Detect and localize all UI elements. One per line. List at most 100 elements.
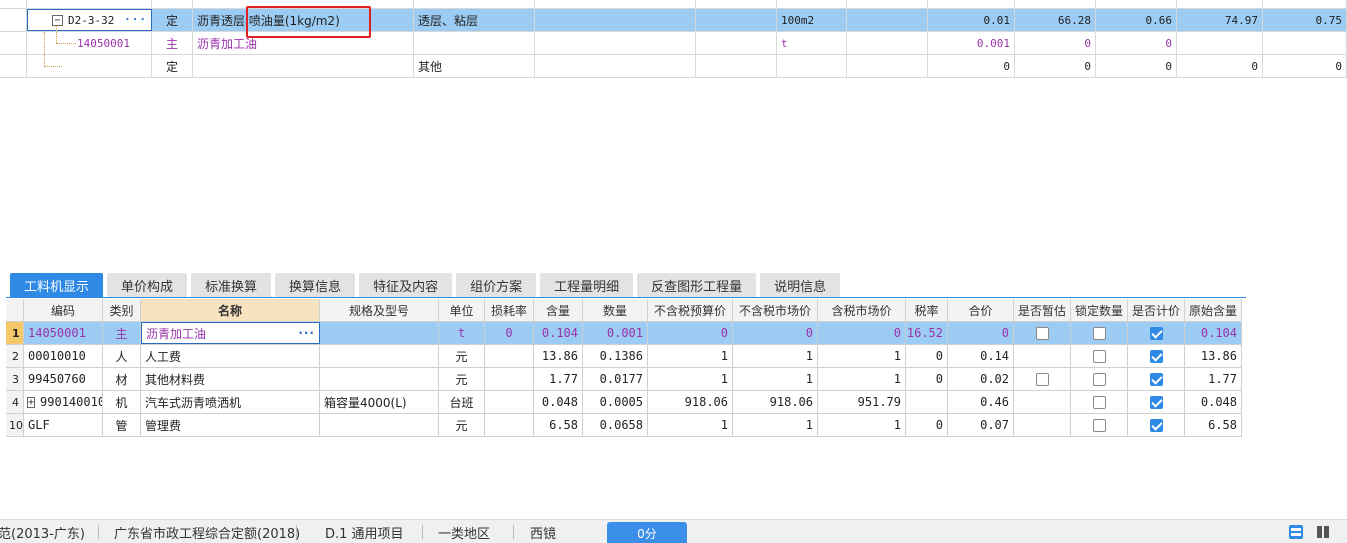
cell-loss[interactable] [485, 391, 534, 413]
score-badge[interactable]: 0分 [607, 522, 687, 543]
cell-locked[interactable] [1071, 345, 1128, 367]
cell-market-price[interactable]: 1 [733, 368, 818, 390]
cell-quantity[interactable]: 0.0005 [583, 391, 648, 413]
cell-quantity[interactable]: 0.0177 [583, 368, 648, 390]
cell-provisional[interactable] [1014, 322, 1071, 344]
table-row[interactable]: 2 00010010 人 人工费 元 13.86 0.1386 1 1 1 0 … [6, 345, 1242, 368]
cell-tax-rate[interactable]: 0 [906, 414, 948, 436]
col-quantity[interactable]: 数量 [583, 299, 648, 321]
material-row[interactable]: 14050001 主 沥青加工油 t 0.001 0 0 [0, 32, 1347, 55]
provisional-checkbox[interactable] [1035, 326, 1049, 340]
table-row[interactable]: 3 99450760 材 其他材料费 元 1.77 0.0177 1 1 1 0… [6, 368, 1242, 391]
cell-code[interactable]: 14050001 [24, 322, 103, 344]
lock-quantity-checkbox[interactable] [1092, 418, 1106, 432]
cell-priced[interactable] [1128, 414, 1185, 436]
priced-checkbox[interactable] [1149, 395, 1163, 409]
expand-icon[interactable]: + [27, 396, 36, 408]
quota-row-selected[interactable]: − D2-3-32 ··· 定 沥青透层 喷油量(1kg/m2) 透层、粘层 1… [0, 9, 1347, 32]
cell-unit[interactable]: 台班 [439, 391, 485, 413]
tab-features[interactable]: 特征及内容 [359, 273, 453, 297]
table-row[interactable]: 10 GLF 管 管理费 元 6.58 0.0658 1 1 1 0 0.07 … [6, 414, 1242, 437]
lock-quantity-checkbox[interactable] [1092, 395, 1106, 409]
tab-labor-material-machine[interactable]: 工料机显示 [10, 273, 104, 297]
cell-loss[interactable] [485, 368, 534, 390]
cell-budget-price[interactable]: 918.06 [648, 391, 733, 413]
cell-tax-market-price[interactable]: 0 [818, 322, 906, 344]
cell-unit[interactable]: 元 [439, 414, 485, 436]
col-market-price[interactable]: 不含税市场价 [733, 299, 818, 321]
cell-locked[interactable] [1071, 368, 1128, 390]
cell-loss[interactable] [485, 414, 534, 436]
cell-tax-market-price[interactable]: 1 [818, 345, 906, 367]
list-view-icon[interactable] [1289, 525, 1303, 539]
col-tax-market-price[interactable]: 含税市场价 [818, 299, 906, 321]
cell-spec[interactable]: 箱容量4000(L) [320, 391, 439, 413]
cell-quantity[interactable]: 0.0658 [583, 414, 648, 436]
cell-priced[interactable] [1128, 391, 1185, 413]
cell-market-price[interactable]: 1 [733, 345, 818, 367]
cell-content[interactable]: 13.86 [534, 345, 583, 367]
cell-tax-market-price[interactable]: 951.79 [818, 391, 906, 413]
cell-budget-price[interactable]: 1 [648, 414, 733, 436]
cell-tax-rate[interactable]: 0 [906, 368, 948, 390]
tab-standard-conversion[interactable]: 标准换算 [191, 273, 272, 297]
col-tax-rate[interactable]: 税率 [906, 299, 948, 321]
cell-content[interactable]: 0.048 [534, 391, 583, 413]
col-budget-price[interactable]: 不含税预算价 [648, 299, 733, 321]
tab-graphic-quantity[interactable]: 反查图形工程量 [637, 273, 757, 297]
col-name[interactable]: 名称 [141, 299, 320, 321]
cell-tax-market-price[interactable]: 1 [818, 414, 906, 436]
cell-locked[interactable] [1071, 322, 1128, 344]
tab-conversion-info[interactable]: 换算信息 [275, 273, 356, 297]
cell-provisional[interactable] [1014, 368, 1071, 390]
cell-unit[interactable]: t [439, 322, 485, 344]
cell-unit[interactable]: 元 [439, 368, 485, 390]
collapse-icon[interactable]: − [52, 14, 63, 26]
priced-checkbox[interactable] [1149, 372, 1163, 386]
col-locked[interactable]: 锁定数量 [1071, 299, 1128, 321]
split-view-icon[interactable] [1316, 525, 1330, 539]
cell-tax-rate[interactable]: 16.52 [906, 322, 948, 344]
tab-description[interactable]: 说明信息 [760, 273, 841, 297]
lock-quantity-checkbox[interactable] [1092, 372, 1106, 386]
cell-budget-price[interactable]: 1 [648, 368, 733, 390]
cell-market-price[interactable]: 0 [733, 322, 818, 344]
col-priced[interactable]: 是否计价 [1128, 299, 1185, 321]
cell-market-price[interactable]: 1 [733, 414, 818, 436]
cell-content[interactable]: 6.58 [534, 414, 583, 436]
cell-loss[interactable] [485, 345, 534, 367]
cell-content[interactable]: 0.104 [534, 322, 583, 344]
col-code[interactable]: 编码 [24, 299, 103, 321]
priced-checkbox[interactable] [1149, 349, 1163, 363]
col-type[interactable]: 类别 [103, 299, 141, 321]
tab-quantity-detail[interactable]: 工程量明细 [540, 273, 634, 297]
table-row[interactable]: 1 14050001 主 沥青加工油 ··· t 0 0.104 0.001 0… [6, 322, 1242, 345]
cell-locked[interactable] [1071, 391, 1128, 413]
more-icon[interactable]: ··· [298, 326, 315, 340]
cell-tax-rate[interactable]: 0 [906, 345, 948, 367]
priced-checkbox[interactable] [1149, 418, 1163, 432]
cell-market-price[interactable]: 918.06 [733, 391, 818, 413]
cell-spec[interactable] [320, 322, 439, 344]
cell-priced[interactable] [1128, 368, 1185, 390]
col-unit[interactable]: 单位 [439, 299, 485, 321]
col-spec[interactable]: 规格及型号 [320, 299, 439, 321]
cell-name-editing[interactable]: 沥青加工油 ··· [141, 322, 320, 344]
more-icon[interactable]: ··· [124, 13, 147, 26]
cell-code[interactable]: + 990140010 [24, 391, 103, 413]
tab-unit-price[interactable]: 单价构成 [107, 273, 188, 297]
cell-name[interactable]: 管理费 [141, 414, 320, 436]
cell-budget-price[interactable]: 1 [648, 345, 733, 367]
cell-priced[interactable] [1128, 322, 1185, 344]
cell-loss[interactable]: 0 [485, 322, 534, 344]
cell-code[interactable]: GLF [24, 414, 103, 436]
col-provisional[interactable]: 是否暂估 [1014, 299, 1071, 321]
table-row[interactable]: 4 + 990140010 机 汽车式沥青喷洒机 箱容量4000(L) 台班 0… [6, 391, 1242, 414]
quota-row-other[interactable]: 定 其他 0 0 0 0 0 [0, 55, 1347, 78]
cell-unit[interactable]: 元 [439, 345, 485, 367]
cell-name[interactable]: 人工费 [141, 345, 320, 367]
cell-quantity[interactable]: 0.001 [583, 322, 648, 344]
cell-name[interactable]: 其他材料费 [141, 368, 320, 390]
cell-tax-market-price[interactable]: 1 [818, 368, 906, 390]
cell-tax-rate[interactable] [906, 391, 948, 413]
